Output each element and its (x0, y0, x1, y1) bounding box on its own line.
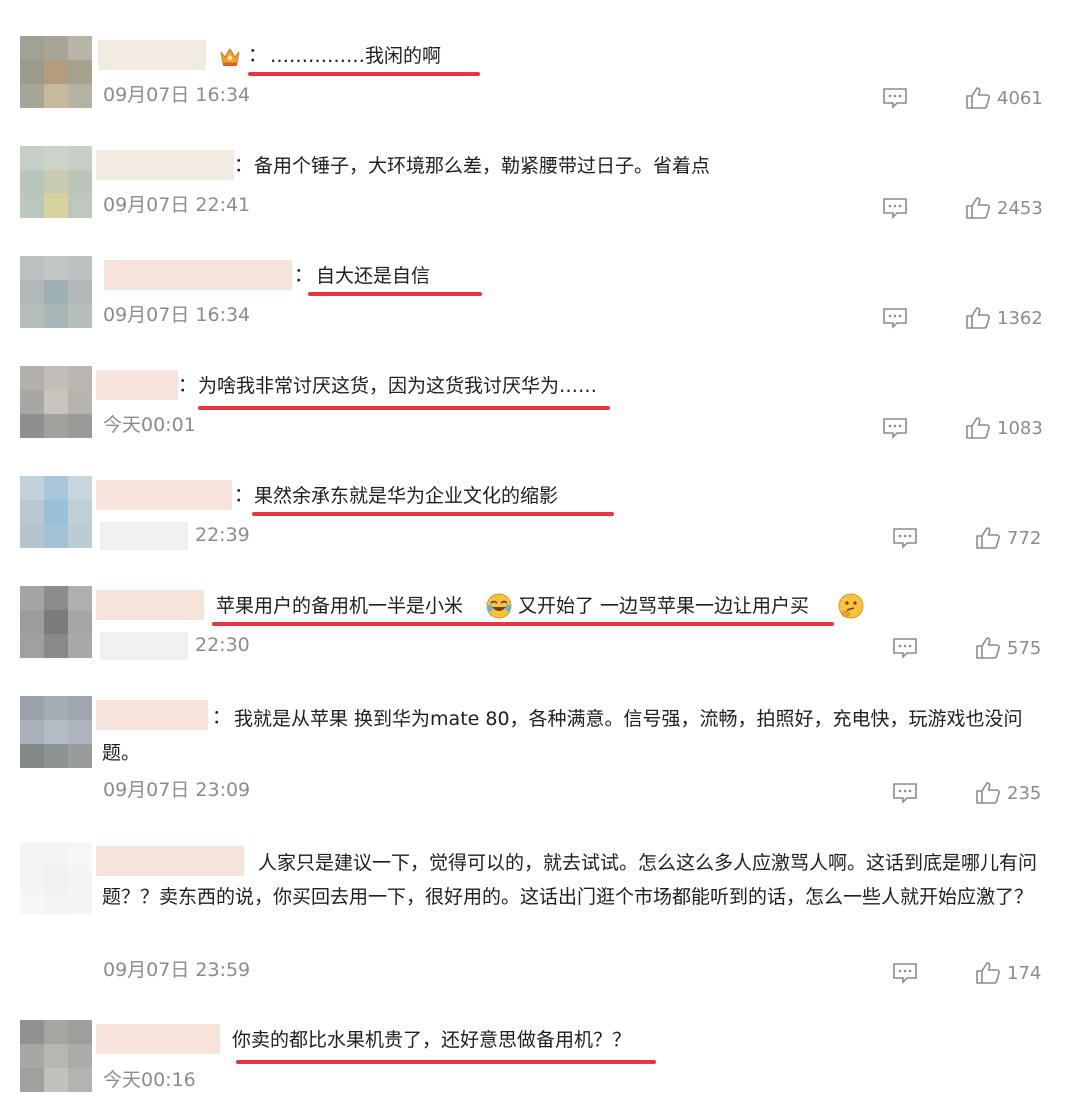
like-button[interactable]: 1362 (965, 306, 1043, 330)
avatar[interactable] (20, 842, 92, 914)
like-count: 1362 (997, 307, 1043, 329)
thumbs-up-icon (976, 782, 1000, 804)
like-count: 575 (1007, 637, 1042, 659)
comment-icon (883, 308, 907, 329)
comment-text: 果然余承东就是华为企业文化的缩影 (254, 485, 559, 507)
timestamp: 09月07日 23:09 (103, 779, 251, 801)
timestamp: 今天00:01 (103, 414, 196, 436)
reply-button[interactable] (892, 782, 918, 804)
reply-button[interactable] (892, 962, 918, 984)
timestamp: 今天00:16 (103, 1069, 196, 1091)
timestamp: 09月07日 22:41 (103, 194, 251, 216)
highlight-underline (236, 1060, 656, 1064)
comment-text: 你卖的都比水果机贵了，还好意思做备用机？？ (232, 1029, 632, 1051)
username[interactable] (96, 150, 234, 180)
comment-text-part-2: 又开始了 一边骂苹果一边让用户买 (518, 595, 810, 617)
comment-icon (893, 963, 917, 984)
thumbs-up-icon (976, 637, 1000, 659)
username[interactable] (104, 260, 292, 290)
thumbs-up-icon (966, 417, 990, 439)
comment-text: 我就是从苹果 换到华为mate 80，各种满意。信号强，流畅，拍照好，充电快，玩… (102, 708, 1023, 764)
avatar[interactable] (20, 366, 92, 438)
timestamp: 09月07日 16:34 (103, 304, 251, 326)
highlight-underline (248, 72, 480, 76)
comment-text: 自大还是自信 (316, 265, 431, 287)
comment-text: ……………我闲的啊 (270, 45, 442, 67)
timestamp: 22:39 (195, 524, 250, 546)
separator: ： (248, 44, 268, 66)
like-button[interactable]: 1083 (965, 416, 1043, 440)
avatar[interactable] (20, 146, 92, 218)
thumbs-up-icon (966, 87, 990, 109)
like-button[interactable]: 235 (975, 781, 1041, 805)
thumbs-up-icon (966, 197, 990, 219)
like-button[interactable]: 772 (975, 526, 1041, 550)
avatar[interactable] (20, 476, 92, 548)
avatar[interactable] (20, 256, 92, 328)
thumbs-up-icon (976, 962, 1000, 984)
highlight-underline (198, 406, 610, 410)
like-button[interactable]: 575 (975, 636, 1041, 660)
separator: ： (234, 154, 254, 176)
comment-text: 备用个锤子，大环境那么差，勒紧腰带过日子。省着点 (254, 155, 711, 177)
timestamp-date-blur (100, 632, 188, 660)
like-count: 4061 (997, 87, 1043, 109)
avatar[interactable] (20, 1020, 92, 1092)
comment-text: 为啥我非常讨厌这货，因为这货我讨厌华为…… (198, 375, 598, 397)
thumbs-up-icon (976, 527, 1000, 549)
comment-icon (883, 418, 907, 439)
reply-button[interactable] (882, 197, 908, 219)
thinking-emoji-icon (838, 593, 864, 619)
laughing-tears-emoji-icon (486, 593, 512, 619)
like-count: 772 (1007, 527, 1042, 549)
username[interactable] (96, 590, 204, 620)
crown-badge-icon (220, 48, 240, 66)
like-button[interactable]: 2453 (965, 196, 1043, 220)
username[interactable] (96, 480, 232, 510)
timestamp: 22:30 (195, 634, 250, 656)
thumbs-up-icon (966, 307, 990, 329)
username[interactable] (96, 370, 178, 400)
reply-button[interactable] (882, 417, 908, 439)
reply-button[interactable] (892, 527, 918, 549)
like-button[interactable]: 4061 (965, 86, 1043, 110)
username[interactable] (96, 1024, 220, 1054)
like-count: 235 (1007, 782, 1042, 804)
reply-button[interactable] (882, 87, 908, 109)
reply-button[interactable] (892, 637, 918, 659)
username[interactable] (98, 40, 206, 70)
separator: ： (178, 374, 198, 396)
like-count: 1083 (997, 417, 1043, 439)
comment-text-part-1: 苹果用户的备用机一半是小米 (216, 595, 464, 617)
timestamp-date-blur (100, 522, 188, 550)
highlight-underline (252, 512, 614, 516)
separator: ： (294, 264, 314, 286)
timestamp: 09月07日 16:34 (103, 84, 251, 106)
like-count: 174 (1007, 962, 1042, 984)
avatar[interactable] (20, 36, 92, 108)
comment-icon (883, 88, 907, 109)
comment-text: 人家只是建议一下，觉得可以的，就去试试。怎么这么多人应激骂人啊。这话到底是哪儿有… (102, 852, 1038, 908)
highlight-underline (212, 622, 834, 626)
like-count: 2453 (997, 197, 1043, 219)
comment-icon (893, 638, 917, 659)
timestamp: 09月07日 23:59 (103, 959, 251, 981)
like-button[interactable]: 174 (975, 961, 1041, 985)
separator: ： (234, 484, 254, 506)
highlight-underline (308, 292, 482, 296)
comment-icon (883, 198, 907, 219)
comment-icon (893, 783, 917, 804)
avatar[interactable] (20, 586, 92, 658)
avatar[interactable] (20, 696, 92, 768)
reply-button[interactable] (882, 307, 908, 329)
comment-icon (893, 528, 917, 549)
